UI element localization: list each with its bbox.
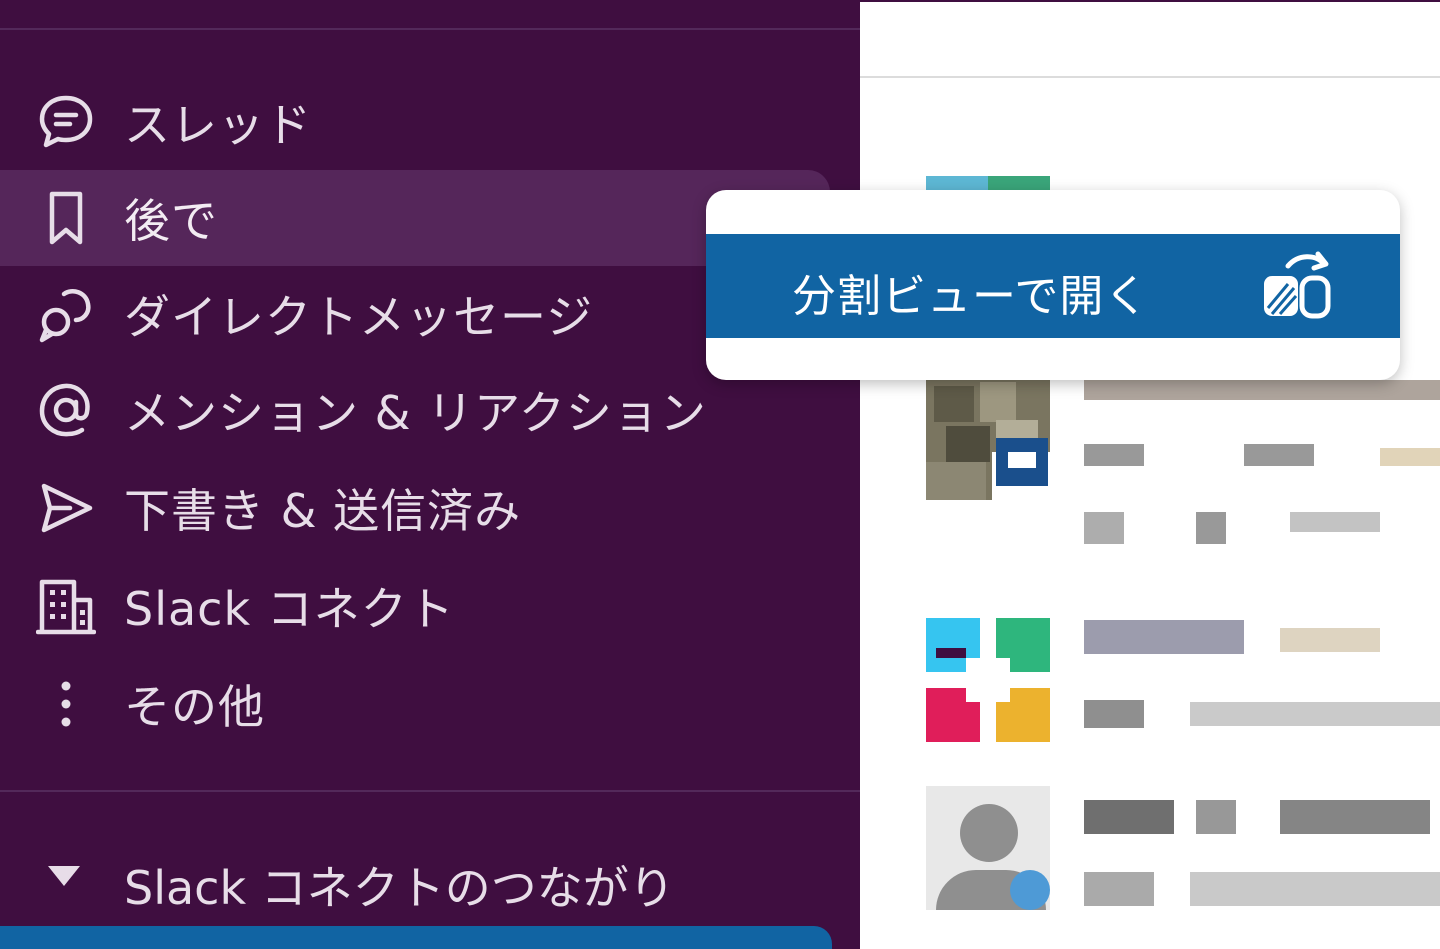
sidebar-item-label: その他 [124, 680, 265, 734]
main-top-edge [860, 0, 1440, 2]
message-text-blurred [1280, 800, 1430, 834]
sidebar-section-divider [0, 790, 860, 792]
sidebar-item-label: メンション & リアクション [124, 386, 707, 440]
sidebar-item-label: ダイレクトメッセージ [124, 290, 594, 344]
bookmark-icon [34, 186, 98, 250]
split-view-icon [1258, 248, 1338, 328]
sidebar-item-label: 下書き & 送信済み [124, 484, 522, 538]
menu-item-label: 分割ビューで開く [792, 271, 1150, 322]
message-text-blurred [1196, 800, 1236, 834]
context-menu: 分割ビューで開く [706, 190, 1400, 380]
message-text-blurred [1084, 872, 1154, 906]
message-text-blurred [1290, 512, 1380, 532]
section-header-label: Slack コネクトのつながり [124, 861, 675, 915]
mention-icon [34, 378, 98, 442]
message-text-blurred [1084, 800, 1174, 834]
sidebar-item-label: 後で [124, 194, 218, 248]
direct-messages-icon [34, 282, 98, 346]
sidebar-item-mentions[interactable]: メンション & リアクション [0, 362, 830, 458]
sidebar-item-label: スレッド [124, 98, 312, 152]
sidebar-item-drafts-sent[interactable]: 下書き & 送信済み [0, 460, 830, 556]
message-text-blurred [1084, 700, 1144, 728]
send-icon [34, 476, 98, 540]
section-header-slack-connect[interactable]: Slack コネクトのつながり [0, 832, 860, 928]
sidebar-top-divider [0, 28, 860, 30]
more-vertical-icon [34, 672, 98, 736]
sidebar-item-threads[interactable]: スレッド [0, 74, 830, 170]
message-text-blurred [1196, 512, 1226, 544]
threads-icon [34, 90, 98, 154]
app-window: スレッド 後で ダイレクトメッセージ メンション & リアクション 下書き & … [0, 0, 1440, 949]
sidebar: スレッド 後で ダイレクトメッセージ メンション & リアクション 下書き & … [0, 0, 860, 949]
message-text-blurred [1190, 702, 1440, 726]
open-in-split-view-menu-item[interactable]: 分割ビューで開く [706, 234, 1400, 338]
message-text-blurred [1190, 872, 1440, 906]
message-text-blurred [1084, 380, 1440, 400]
sidebar-item-more[interactable]: その他 [0, 656, 830, 752]
active-channel-highlight[interactable] [0, 926, 832, 949]
main-content [860, 0, 1440, 949]
message-text-blurred [1244, 444, 1314, 466]
building-icon [34, 574, 98, 638]
caret-down-icon[interactable] [48, 866, 80, 886]
avatar [926, 376, 1050, 500]
avatar [926, 786, 1050, 910]
message-text-blurred [1280, 628, 1380, 652]
message-text-blurred [1380, 448, 1440, 466]
message-text-blurred [1084, 620, 1244, 654]
sidebar-item-label: Slack コネクト [124, 582, 455, 636]
sidebar-item-slack-connect[interactable]: Slack コネクト [0, 558, 830, 654]
avatar [926, 618, 1050, 742]
message-text-blurred [1084, 512, 1124, 544]
main-header-divider [860, 76, 1440, 78]
message-text-blurred [1084, 444, 1144, 466]
